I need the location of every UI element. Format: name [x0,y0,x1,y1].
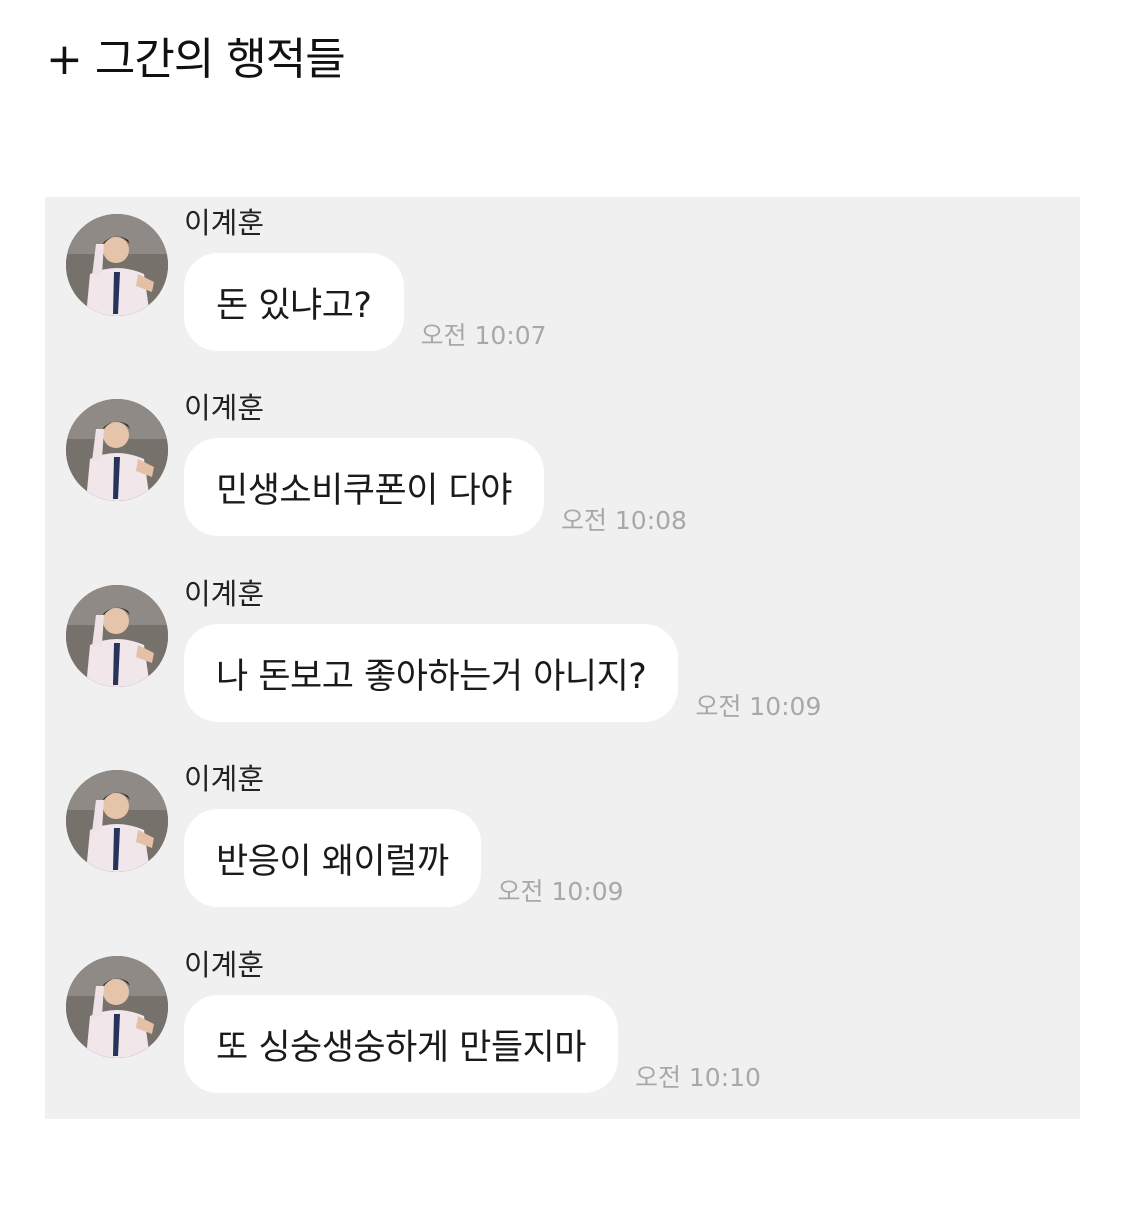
avatar[interactable] [66,585,168,687]
message-timestamp: 오전 10:09 [695,692,822,721]
sender-name: 이계훈 [184,948,265,982]
message-bubble[interactable]: 민생소비쿠폰이 다야 [184,438,544,536]
avatar-photo-icon [66,214,168,316]
sender-name: 이계훈 [184,206,265,240]
message-row: 나 돈보고 좋아하는거 아니지? 오전 10:09 [184,624,821,722]
sender-name: 이계훈 [184,391,265,425]
avatar-photo-icon [66,399,168,501]
message-bubble[interactable]: 나 돈보고 좋아하는거 아니지? [184,624,679,722]
message-item: 이계훈 또 싱숭생숭하게 만들지마 오전 10:10 [45,939,1080,1099]
page-title: + 그간의 행적들 [46,34,346,85]
sender-name: 이계훈 [184,577,265,611]
message-item: 이계훈 나 돈보고 좋아하는거 아니지? 오전 10:09 [45,568,1080,728]
avatar[interactable] [66,399,168,501]
avatar-photo-icon [66,585,168,687]
avatar[interactable] [66,214,168,316]
avatar-photo-icon [66,956,168,1058]
message-item: 이계훈 민생소비쿠폰이 다야 오전 10:08 [45,382,1080,542]
message-row: 반응이 왜이럴까 오전 10:09 [184,809,624,907]
avatar[interactable] [66,956,168,1058]
message-bubble[interactable]: 또 싱숭생숭하게 만들지마 [184,995,618,1093]
avatar-photo-icon [66,770,168,872]
message-row: 돈 있냐고? 오전 10:07 [184,253,547,351]
message-bubble[interactable]: 돈 있냐고? [184,253,404,351]
message-item: 이계훈 반응이 왜이럴까 오전 10:09 [45,753,1080,913]
message-timestamp: 오전 10:08 [560,506,687,535]
chat-panel: 이계훈 돈 있냐고? 오전 10:07 이계훈 민생소비쿠폰이 다야 오전 10… [45,197,1080,1119]
message-timestamp: 오전 10:09 [497,877,624,906]
message-bubble[interactable]: 반응이 왜이럴까 [184,809,481,907]
message-item: 이계훈 돈 있냐고? 오전 10:07 [45,197,1080,357]
message-row: 민생소비쿠폰이 다야 오전 10:08 [184,438,687,536]
message-timestamp: 오전 10:07 [420,321,547,350]
message-row: 또 싱숭생숭하게 만들지마 오전 10:10 [184,995,761,1093]
avatar[interactable] [66,770,168,872]
message-timestamp: 오전 10:10 [634,1063,761,1092]
sender-name: 이계훈 [184,762,265,796]
